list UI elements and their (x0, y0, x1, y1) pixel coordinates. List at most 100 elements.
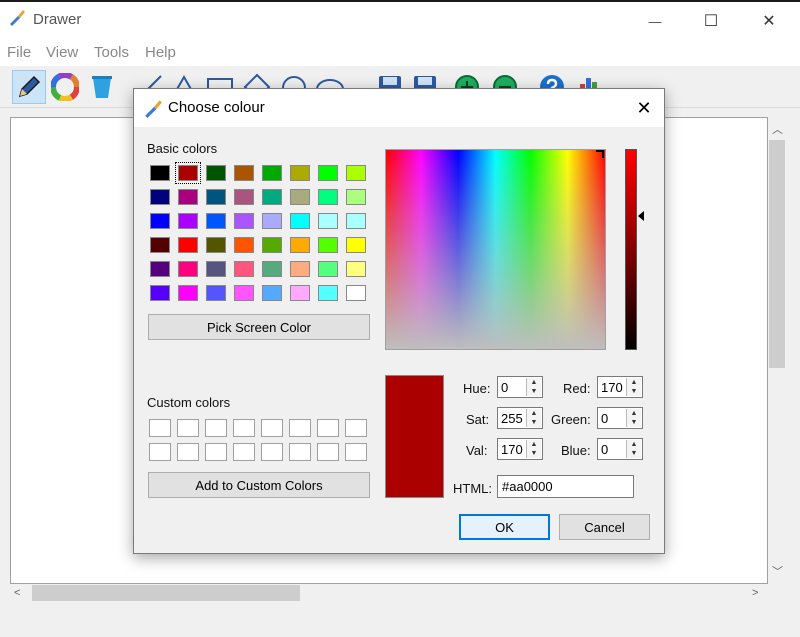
basic-color-swatch[interactable] (178, 285, 198, 301)
basic-color-swatch[interactable] (150, 213, 170, 229)
vertical-scroll-thumb[interactable] (769, 140, 785, 368)
pencil-tool-button[interactable] (12, 70, 46, 104)
custom-color-swatch[interactable] (261, 419, 283, 437)
scroll-down-icon[interactable]: ﹀ (772, 563, 783, 579)
basic-color-swatch[interactable] (318, 237, 338, 253)
basic-color-swatch[interactable] (318, 165, 338, 181)
basic-color-swatch[interactable] (234, 261, 254, 277)
custom-color-swatch[interactable] (205, 443, 227, 461)
hue-spinbox[interactable]: 0 ▲ ▼ (497, 376, 543, 398)
basic-color-swatch[interactable] (150, 237, 170, 253)
basic-color-swatch[interactable] (290, 213, 310, 229)
spin-arrows-icon[interactable]: ▲ ▼ (626, 440, 641, 458)
basic-color-swatch[interactable] (290, 261, 310, 277)
spin-arrows-icon[interactable]: ▲ ▼ (526, 409, 541, 427)
basic-color-swatch[interactable] (175, 162, 201, 184)
horizontal-scroll-thumb[interactable] (32, 585, 300, 601)
custom-color-swatch[interactable] (233, 443, 255, 461)
basic-color-swatch[interactable] (262, 189, 282, 205)
sat-spinbox[interactable]: 255 ▲ ▼ (497, 407, 543, 429)
blue-spinbox[interactable]: 0 ▲ ▼ (597, 438, 643, 460)
basic-color-swatch[interactable] (290, 189, 310, 205)
html-color-input[interactable]: #aa0000 (497, 475, 634, 498)
spin-arrows-icon[interactable]: ▲ ▼ (626, 409, 641, 427)
custom-color-swatch[interactable] (177, 443, 199, 461)
custom-color-swatch[interactable] (289, 443, 311, 461)
basic-color-swatch[interactable] (346, 213, 366, 229)
basic-color-swatch[interactable] (150, 261, 170, 277)
basic-color-swatch[interactable] (206, 213, 226, 229)
green-spinbox[interactable]: 0 ▲ ▼ (597, 407, 643, 429)
color-spectrum[interactable] (385, 149, 606, 350)
basic-color-swatch[interactable] (346, 189, 366, 205)
ok-button[interactable]: OK (459, 514, 550, 540)
red-spinbox[interactable]: 170 ▲ ▼ (597, 376, 643, 398)
color-tool-button[interactable] (48, 70, 82, 104)
custom-color-swatch[interactable] (149, 443, 171, 461)
basic-color-swatch[interactable] (346, 261, 366, 277)
custom-color-swatch[interactable] (261, 443, 283, 461)
basic-color-swatch[interactable] (346, 165, 366, 181)
basic-color-swatch[interactable] (318, 261, 338, 277)
fill-tool-button[interactable] (85, 70, 119, 104)
basic-color-swatch[interactable] (150, 165, 170, 181)
custom-color-swatch[interactable] (233, 419, 255, 437)
spin-arrows-icon[interactable]: ▲ ▼ (626, 378, 641, 396)
basic-color-swatch[interactable] (234, 165, 254, 181)
cancel-button[interactable]: Cancel (559, 514, 650, 540)
maximize-button[interactable]: ☐ (682, 2, 740, 40)
custom-color-swatch[interactable] (317, 443, 339, 461)
basic-color-swatch[interactable] (206, 261, 226, 277)
basic-color-swatch[interactable] (290, 165, 310, 181)
minimize-button[interactable]: — (626, 2, 684, 40)
basic-color-swatch[interactable] (234, 213, 254, 229)
spin-arrows-icon[interactable]: ▲ ▼ (526, 440, 541, 458)
basic-color-swatch[interactable] (150, 189, 170, 205)
basic-color-swatch[interactable] (234, 189, 254, 205)
custom-color-swatch[interactable] (345, 443, 367, 461)
custom-color-swatch[interactable] (317, 419, 339, 437)
basic-color-swatch[interactable] (262, 261, 282, 277)
scroll-left-icon[interactable]: < (14, 587, 20, 599)
basic-color-swatch[interactable] (206, 237, 226, 253)
custom-color-swatch[interactable] (177, 419, 199, 437)
val-spinbox[interactable]: 170 ▲ ▼ (497, 438, 543, 460)
custom-color-swatch[interactable] (345, 419, 367, 437)
basic-color-swatch[interactable] (318, 213, 338, 229)
basic-color-swatch[interactable] (178, 189, 198, 205)
scroll-right-icon[interactable]: > (752, 587, 758, 599)
menu-view[interactable]: View (46, 44, 78, 61)
scroll-up-icon[interactable]: ︿ (772, 121, 783, 137)
basic-color-swatch[interactable] (206, 165, 226, 181)
close-button[interactable]: ✕ (740, 2, 798, 40)
basic-color-swatch[interactable] (290, 285, 310, 301)
basic-color-swatch[interactable] (262, 213, 282, 229)
basic-color-swatch[interactable] (178, 237, 198, 253)
custom-color-swatch[interactable] (289, 419, 311, 437)
pick-screen-color-button[interactable]: Pick Screen Color (148, 314, 370, 340)
basic-color-swatch[interactable] (318, 189, 338, 205)
basic-color-swatch[interactable] (178, 213, 198, 229)
basic-color-swatch[interactable] (206, 189, 226, 205)
basic-color-swatch[interactable] (262, 285, 282, 301)
basic-color-swatch[interactable] (262, 237, 282, 253)
basic-color-swatch[interactable] (346, 285, 366, 301)
menu-help[interactable]: Help (145, 44, 176, 61)
basic-color-swatch[interactable] (262, 165, 282, 181)
dialog-close-button[interactable]: ✕ (628, 92, 660, 124)
menu-tools[interactable]: Tools (94, 44, 129, 61)
spin-arrows-icon[interactable]: ▲ ▼ (526, 378, 541, 396)
menu-file[interactable]: File (7, 44, 31, 61)
custom-color-swatch[interactable] (149, 419, 171, 437)
basic-color-swatch[interactable] (234, 237, 254, 253)
custom-color-swatch[interactable] (205, 419, 227, 437)
basic-color-swatch[interactable] (290, 237, 310, 253)
basic-color-swatch[interactable] (206, 285, 226, 301)
basic-color-swatch[interactable] (234, 285, 254, 301)
basic-color-swatch[interactable] (346, 237, 366, 253)
luminance-marker-icon[interactable] (638, 211, 644, 221)
basic-color-swatch[interactable] (178, 261, 198, 277)
add-to-custom-colors-button[interactable]: Add to Custom Colors (148, 472, 370, 498)
basic-color-swatch[interactable] (318, 285, 338, 301)
basic-color-swatch[interactable] (150, 285, 170, 301)
